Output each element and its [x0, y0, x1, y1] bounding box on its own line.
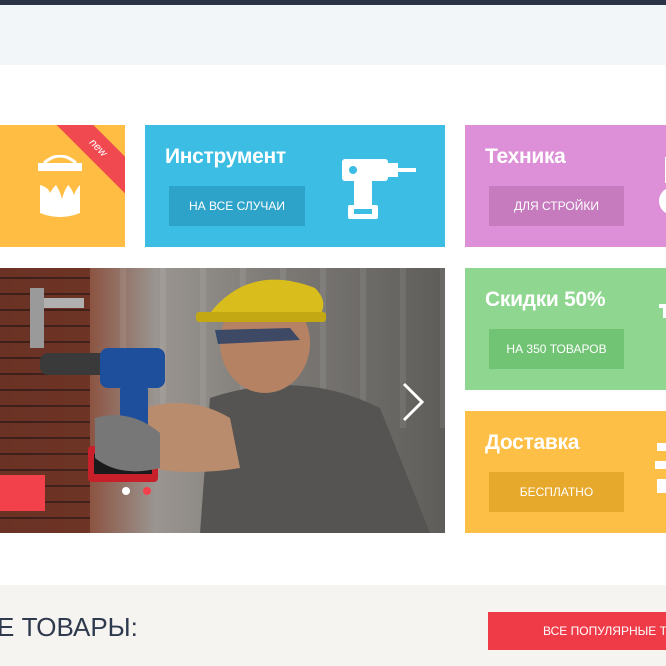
- paint-bucket-icon: [38, 155, 82, 217]
- tile-title: Инструмент: [165, 145, 286, 168]
- tile-machinery[interactable]: Техника ДЛЯ СТРОЙКИ: [465, 125, 666, 247]
- section-title: Е ТОВАРЫ:: [0, 612, 138, 642]
- all-popular-button[interactable]: ВСЕ ПОПУЛЯРНЫЕ ТОВАРЫ: [488, 612, 666, 650]
- machinery-cta-button[interactable]: ДЛЯ СТРОЙКИ: [489, 186, 624, 226]
- hero-slider[interactable]: [0, 268, 445, 533]
- tile-paint[interactable]: new: [0, 125, 125, 247]
- machine-icon: [659, 157, 666, 214]
- tile-title: Скидки 50%: [485, 288, 606, 311]
- slider-action-button[interactable]: [0, 475, 45, 511]
- truck-icon: [655, 443, 666, 493]
- tile-title: Техника: [485, 145, 566, 168]
- tile-delivery[interactable]: Доставка БЕСПЛАТНО: [465, 411, 666, 533]
- header-band: [0, 5, 666, 65]
- slider-dot-active[interactable]: [143, 487, 151, 495]
- chevron-right-icon[interactable]: [398, 380, 428, 424]
- percent-icon: [659, 304, 666, 318]
- worker-with-drill-image: [30, 279, 430, 533]
- drill-icon: [342, 159, 416, 219]
- tile-discounts[interactable]: Скидки 50% НА 350 ТОВАРОВ: [465, 268, 666, 390]
- tile-title: Доставка: [485, 431, 580, 454]
- delivery-cta-button[interactable]: БЕСПЛАТНО: [489, 472, 624, 512]
- tile-tools[interactable]: Инструмент НА ВСЕ СЛУЧАИ: [145, 125, 445, 247]
- tools-cta-button[interactable]: НА ВСЕ СЛУЧАИ: [169, 186, 305, 226]
- slider-dot[interactable]: [122, 487, 130, 495]
- discounts-cta-button[interactable]: НА 350 ТОВАРОВ: [489, 329, 624, 369]
